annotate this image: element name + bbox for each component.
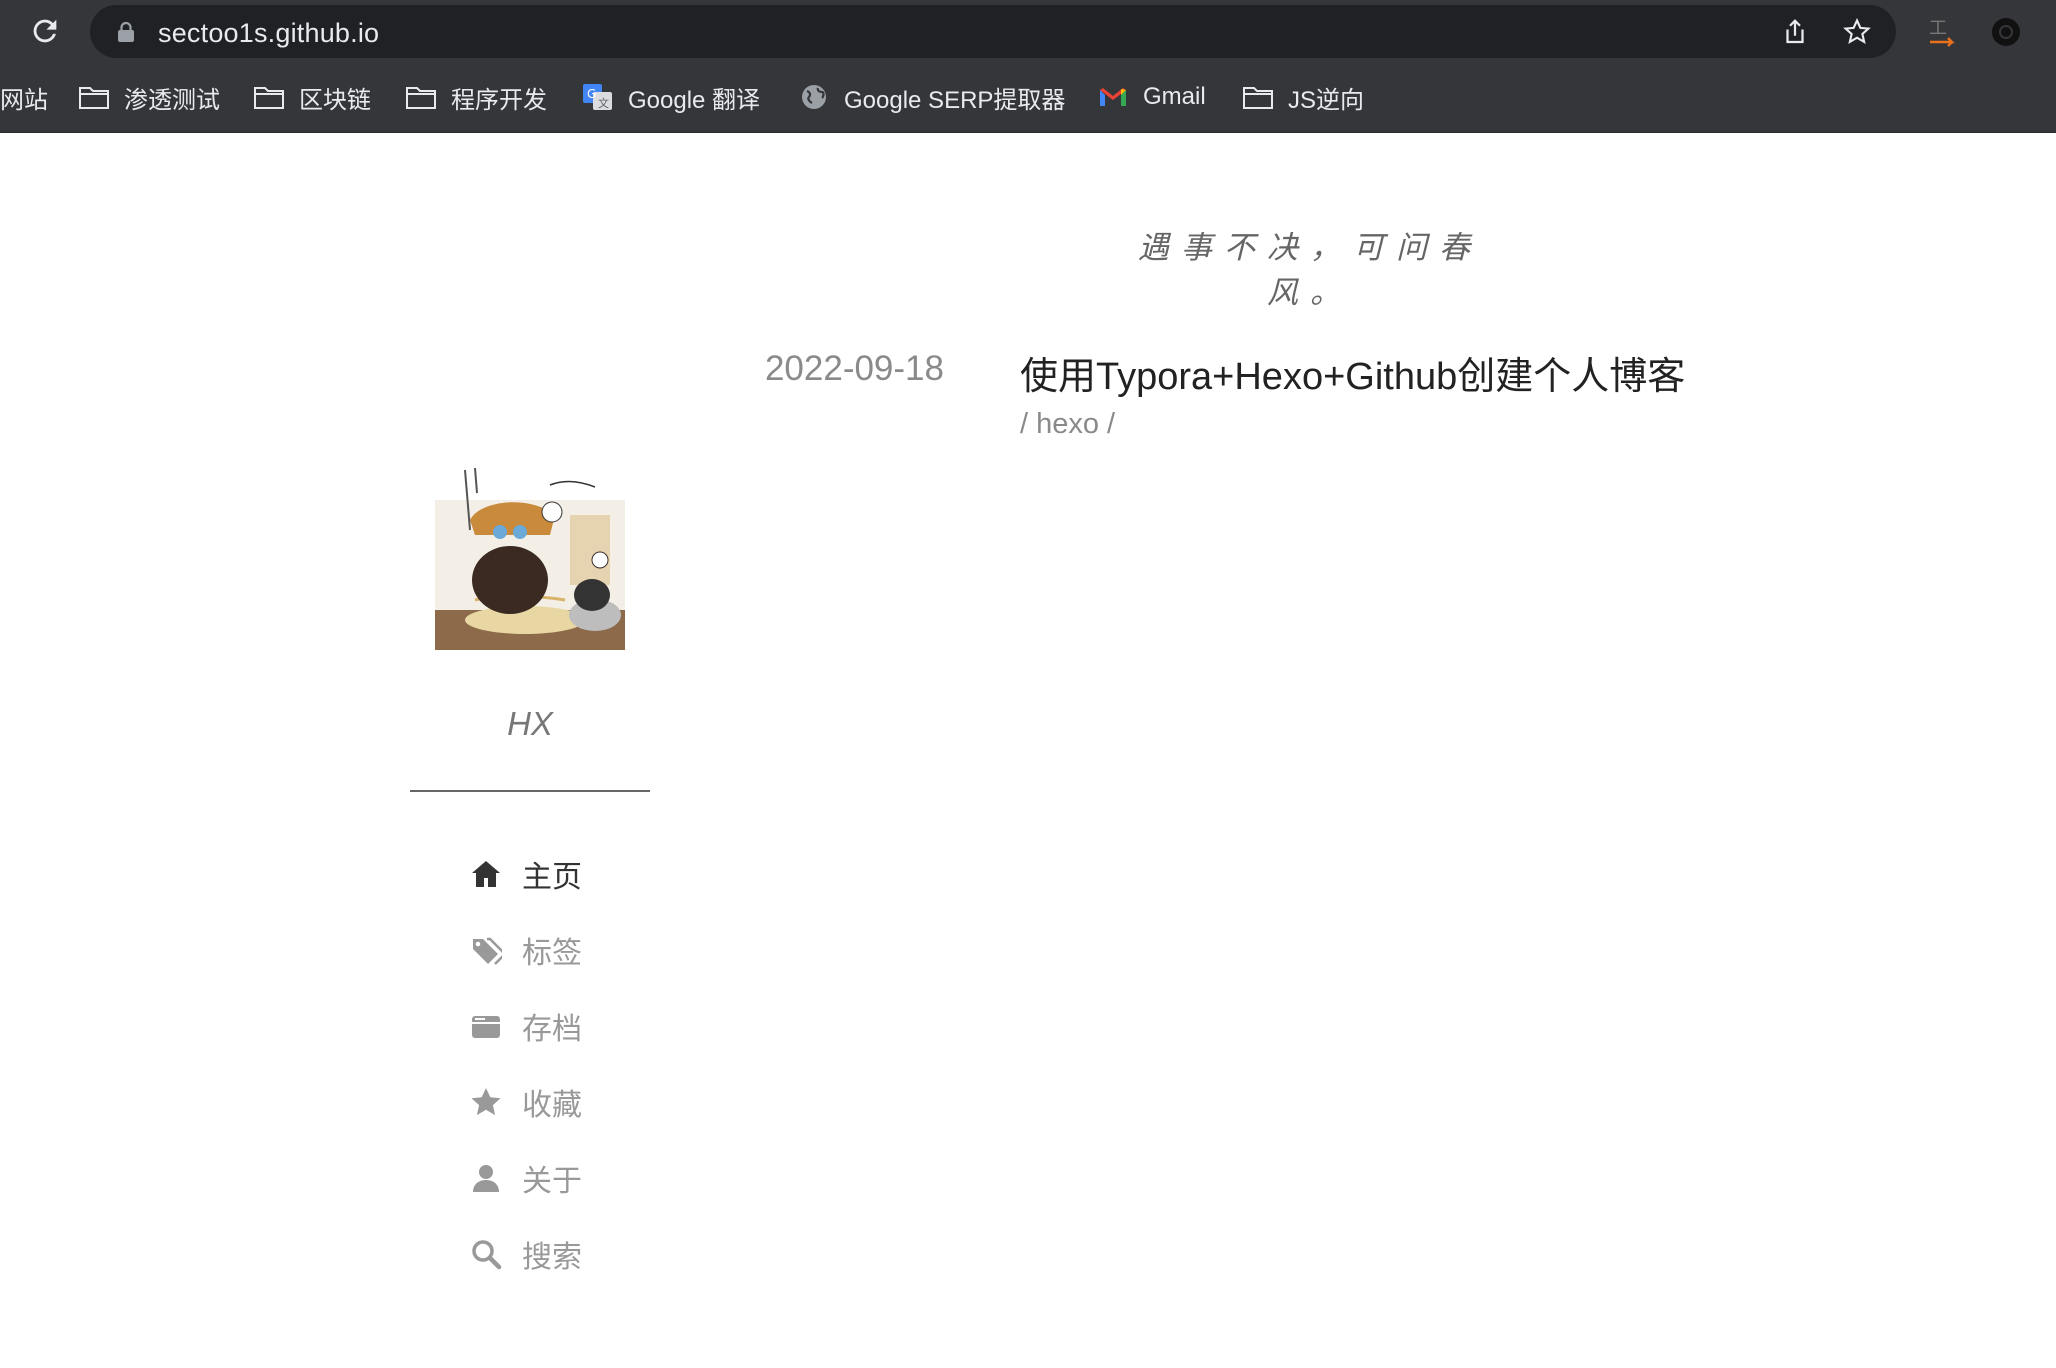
home-icon	[472, 861, 500, 887]
share-icon[interactable]	[1780, 17, 1810, 47]
sidebar-divider	[410, 790, 650, 792]
bookmark-label: Gmail	[1143, 83, 1206, 110]
bookmark-item-js-reverse[interactable]: JS逆向	[1242, 78, 1364, 116]
tags-icon	[473, 937, 502, 965]
author-name: HX	[507, 705, 553, 742]
bookmark-label: 程序开发	[451, 86, 547, 114]
menu-item-label: 关于	[522, 1165, 582, 1198]
folder-icon	[1243, 87, 1273, 109]
reload-icon[interactable]	[28, 14, 62, 48]
menu-item-about[interactable]: 关于	[470, 1140, 690, 1216]
lock-icon[interactable]	[116, 21, 136, 43]
gmail-icon	[1100, 88, 1126, 106]
bookmark-label: Google 翻译	[628, 86, 761, 114]
svg-text:文: 文	[598, 96, 609, 110]
bookmark-item-gmail[interactable]: Gmail	[1097, 78, 1206, 116]
menu-item-label: 搜索	[522, 1241, 582, 1274]
author-avatar	[435, 467, 625, 650]
bookmark-item-development[interactable]: 程序开发	[405, 78, 547, 116]
bookmark-label: 区块链	[299, 86, 371, 114]
menu-item-label: 主页	[522, 861, 582, 894]
svg-text:工: 工	[1929, 18, 1947, 39]
bookmark-label: JS逆向	[1288, 86, 1365, 114]
menu-item-tags[interactable]: 标签	[470, 912, 690, 988]
bookmark-star-icon[interactable]	[1842, 17, 1872, 47]
user-icon	[473, 1165, 499, 1192]
menu-item-label: 标签	[522, 937, 582, 970]
google-translate-icon: G 文	[583, 84, 612, 110]
bookmark-item-blockchain[interactable]: 区块链	[253, 78, 371, 116]
site-motto: 遇事不决，可问春风。	[1138, 230, 1482, 311]
svg-text:G: G	[587, 87, 596, 101]
bookmark-label: 渗透测试	[124, 86, 220, 114]
bookmark-item-pentest[interactable]: 渗透测试	[78, 78, 220, 116]
folder-icon	[406, 87, 436, 109]
menu-item-archive[interactable]: 存档	[470, 988, 690, 1064]
translate-extension-icon[interactable]: 工	[1926, 14, 1962, 50]
star-icon	[471, 1088, 501, 1116]
archive-icon	[472, 1016, 500, 1038]
bookmark-item-website[interactable]: 网站	[0, 78, 48, 116]
record-extension-icon[interactable]	[1988, 14, 2024, 50]
bookmark-item-google-translate[interactable]: G 文 Google 翻译	[582, 78, 760, 116]
bookmark-item-serp[interactable]: Google SERP提取器	[798, 78, 1065, 116]
url-text[interactable]: sectoo1s.github.io	[158, 18, 379, 49]
globe-icon	[802, 85, 826, 109]
bookmark-label: 网站	[0, 86, 48, 114]
menu-item-home[interactable]: 主页	[470, 836, 690, 912]
address-bar[interactable]: sectoo1s.github.io	[90, 5, 1896, 58]
menu-item-label: 收藏	[522, 1089, 582, 1122]
sidebar-menu: 主页 标签 存档 收藏 关于 搜索	[470, 836, 690, 1292]
post-tags[interactable]: / hexo /	[1020, 408, 1115, 441]
bookmark-label: Google SERP提取器	[844, 86, 1066, 114]
browser-toolbar: sectoo1s.github.io 工	[0, 0, 2056, 62]
bookmarks-bar: 网站 渗透测试 区块链 程序开发 G 文 Google 翻译 Google SE…	[0, 62, 2056, 133]
folder-icon	[79, 87, 109, 109]
menu-item-search[interactable]: 搜索	[470, 1216, 690, 1292]
post-date: 2022-09-18	[764, 349, 944, 388]
post-title-link[interactable]: 使用Typora+Hexo+Github创建个人博客	[1020, 345, 1685, 400]
folder-icon	[254, 87, 284, 109]
menu-item-favorites[interactable]: 收藏	[470, 1064, 690, 1140]
search-icon	[472, 1240, 502, 1270]
menu-item-label: 存档	[522, 1013, 582, 1046]
